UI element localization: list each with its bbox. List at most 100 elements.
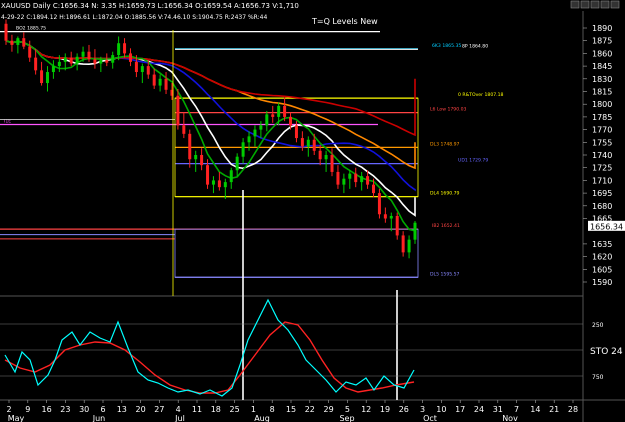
candle-body [194, 155, 198, 160]
candle-body [318, 150, 322, 160]
tq-level-label: 0 R&TOver 1807.18 [458, 92, 504, 98]
chart-tool-button-5[interactable] [610, 0, 620, 9]
date-tick-label: 5 [345, 405, 350, 414]
candle-body [182, 125, 186, 134]
price-tick-label: 1890 [592, 24, 612, 33]
date-tick-label: 22 [305, 405, 315, 414]
stoch-level-label: 750 [592, 374, 604, 381]
tq-level-label: DL4 1690.79 [430, 191, 460, 197]
month-label: Jul [174, 414, 185, 422]
candle-body [294, 125, 298, 139]
price-tick-label: 1725 [592, 164, 612, 173]
vertical-markers-layer [172, 30, 398, 400]
candle-body [22, 38, 26, 47]
last-price-label: 1656.34 [590, 222, 623, 231]
candle-body [28, 46, 32, 58]
stochastic-panel: 250 750 STO 24 [0, 298, 623, 397]
candle-body [336, 171, 340, 185]
date-tick-label: 17 [455, 405, 465, 414]
window-controls[interactable] [570, 0, 620, 9]
header-stats: 4-29-22 C:1894.12 H:1896.61 L:1872.04 O:… [1, 14, 267, 21]
chart-tool-button-3[interactable] [590, 0, 600, 9]
price-tick-label: 1695 [592, 189, 612, 198]
candle-body [265, 114, 269, 126]
candle-body [140, 66, 144, 73]
moving-averages-layer [5, 39, 416, 232]
candle-body [188, 133, 192, 160]
date-tick-label: 14 [530, 405, 540, 414]
candle-body [330, 155, 334, 172]
date-tick-label: 13 [117, 405, 127, 414]
candle-body [200, 155, 204, 166]
chart-tool-button-4[interactable] [600, 0, 610, 9]
date-tick-label: 26 [399, 405, 409, 414]
candle-body [217, 180, 221, 188]
candle-body [277, 105, 281, 117]
candle-body [395, 215, 399, 236]
date-axis: 2 9 16 23 30 6 13 20 27 4 11 18 25 1 8 15 22 29 5 12 19 26 3 10… [6, 400, 578, 422]
date-tick-label: 25 [230, 405, 240, 414]
candle-body [69, 57, 73, 64]
candle-body [360, 176, 364, 183]
price-tick-label: 1590 [592, 278, 612, 287]
stoch-k-line [4, 298, 415, 397]
candle-body [253, 129, 257, 137]
candle-body [366, 176, 370, 185]
tq-level-label: DL3 1748.97 [430, 141, 460, 147]
date-tick-label: 11 [192, 405, 202, 414]
candle-body [407, 239, 411, 253]
month-label: Nov [502, 414, 518, 422]
date-tick-label: 19 [380, 405, 390, 414]
candle-body [134, 61, 138, 73]
date-tick-label: 4 [176, 405, 181, 414]
candle-body [57, 61, 61, 67]
date-tick-label: 31 [493, 405, 503, 414]
candle-body [300, 138, 304, 147]
tq-level-label: IB2 1652.41 [432, 223, 460, 229]
candle-body [146, 66, 150, 75]
date-tick-label: 15 [286, 405, 296, 414]
candle-body [229, 170, 233, 183]
tq-level-label: 8P 1864.80 [462, 43, 488, 49]
candle-body [152, 74, 156, 86]
date-tick-label: 21 [549, 405, 559, 414]
date-tick-label: 12 [361, 405, 371, 414]
candle-body [306, 139, 310, 147]
month-label: Aug [254, 414, 270, 422]
candle-body [289, 116, 293, 126]
candle-body [40, 70, 44, 84]
candle-body [63, 57, 67, 62]
price-tick-label: 1845 [592, 62, 612, 71]
candle-body [342, 178, 346, 185]
date-tick-label: 7 [514, 405, 519, 414]
date-tick-label: 20 [136, 405, 146, 414]
candle-body [176, 95, 180, 126]
date-tick-label: 1 [251, 405, 256, 414]
candle-body [413, 222, 417, 240]
candle-body [348, 173, 352, 179]
date-tick-label: 28 [568, 405, 578, 414]
price-tick-label: 1800 [592, 100, 612, 109]
header-symbol-ohlc: XAUUSD Daily C:1656.34 N: 3.35 H:1659.73… [1, 2, 299, 10]
candle-body [389, 215, 393, 219]
price-tick-label: 1710 [592, 176, 612, 185]
date-tick-label: 6 [100, 405, 105, 414]
gold-daily-chart: XAUUSD Daily C:1656.34 N: 3.35 H:1659.73… [0, 0, 625, 422]
stoch-label: STO 24 [590, 347, 623, 357]
price-tick-label: 1875 [592, 37, 612, 46]
candle-body [164, 78, 168, 90]
price-tick-label: 1680 [592, 202, 612, 211]
candle-body [34, 57, 38, 71]
price-axis: 1890 1875 1860 1845 1830 1815 1800 1785 1770 1755… [583, 24, 625, 287]
month-label: May [8, 414, 25, 422]
chart-tool-button-1[interactable] [570, 0, 580, 9]
candle-body [206, 165, 210, 185]
month-label: Jun [92, 414, 106, 422]
date-tick-label: 2 [6, 405, 11, 414]
date-tick-label: 27 [154, 405, 164, 414]
candle-body [93, 59, 97, 64]
chart-window: XAUUSD Daily C:1656.34 N: 3.35 H:1659.73… [0, 0, 625, 422]
date-tick-label: 24 [474, 405, 484, 414]
tq-lower-box [174, 228, 419, 278]
chart-tool-button-2[interactable] [580, 0, 590, 9]
